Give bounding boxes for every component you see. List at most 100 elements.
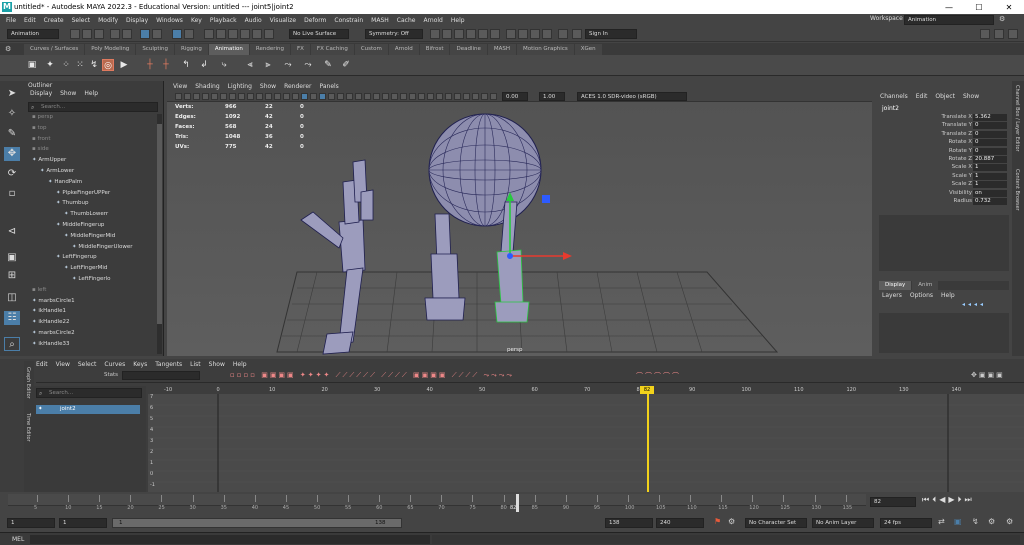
channel-value[interactable]: 0 (973, 130, 1007, 138)
viewport-menu-view[interactable]: View (173, 83, 187, 90)
time-slider-track[interactable] (8, 494, 866, 506)
graph-playhead[interactable] (647, 386, 649, 492)
loop-icon[interactable]: ⇄ (938, 517, 945, 526)
viewport-tool-icon[interactable] (184, 93, 191, 100)
snap-grid-icon[interactable] (204, 29, 214, 39)
shelf-motion-trail-icon[interactable]: ↯ (88, 59, 100, 71)
ipr-render-icon[interactable] (454, 29, 464, 39)
shelf-tab-rigging[interactable]: Rigging (175, 44, 208, 55)
outliner-item[interactable]: ✦ ThumbLowerr (64, 211, 108, 217)
move-tool-icon[interactable]: ✥ (4, 147, 20, 161)
menu-deform[interactable]: Deform (304, 17, 326, 24)
outliner-item[interactable]: ✦ ikHandle33 (32, 341, 69, 347)
hand-mesh[interactable] (300, 159, 374, 355)
sign-in-dropdown[interactable]: Sign In (585, 29, 637, 39)
viewport-tool-icon[interactable] (175, 93, 182, 100)
viewport-tool-icon[interactable] (238, 93, 245, 100)
shelf-tab-xgen[interactable]: XGen (574, 44, 602, 55)
viewport-menu-lighting[interactable]: Lighting (228, 83, 252, 90)
shelf-breakdown-icon[interactable]: ⁘ (60, 59, 72, 71)
options-menu[interactable]: Options (910, 292, 933, 299)
channel-value[interactable]: 0 (973, 122, 1007, 130)
paint-select-icon[interactable]: ✎ (4, 127, 20, 141)
graph-menu-view[interactable]: View (56, 361, 70, 368)
outliner-pane-icon[interactable]: ☷ (4, 311, 20, 325)
attribute-editor-icon[interactable] (994, 29, 1004, 39)
outliner-item[interactable]: ✦ LeftFingerlo (72, 276, 111, 282)
shelf-ik-handle-icon[interactable]: ┼ (160, 59, 172, 71)
auto-key-icon[interactable]: ⚑ (714, 517, 721, 526)
channel-box-toggle-icon[interactable] (1008, 29, 1018, 39)
side-tab-content-browser[interactable]: Content Browser (1014, 169, 1020, 211)
shelf-tab-curves-surfaces[interactable]: Curves / Surfaces (24, 44, 85, 55)
shelf-wrap-icon[interactable]: ✎ (322, 59, 334, 71)
shelf-paint-weights-icon[interactable]: ⤷ (218, 59, 230, 71)
layer-help-menu[interactable]: Help (941, 292, 955, 299)
snap-live-icon[interactable] (264, 29, 274, 39)
outliner-item[interactable]: ✦ LeftFingerup (56, 254, 97, 260)
menu-cache[interactable]: Cache (397, 17, 416, 24)
outliner-item[interactable]: ✦ MiddleFingerup (56, 222, 104, 228)
viewport-tool-icon[interactable] (256, 93, 263, 100)
viewport-tool-icon[interactable] (211, 93, 218, 100)
channel-name[interactable]: Rotate Y (949, 148, 972, 154)
viewport-icon[interactable] (558, 29, 568, 39)
shelf-ik-spline-icon[interactable]: ↰ (180, 59, 192, 71)
shelf-tab-fx[interactable]: FX (290, 44, 310, 55)
shelf-lattice-icon[interactable]: ⫸ (262, 59, 274, 71)
outliner-item[interactable]: ✦ HandPalm (48, 179, 82, 185)
menu-key[interactable]: Key (191, 17, 202, 24)
menu-display[interactable]: Display (126, 17, 148, 24)
channel-value[interactable]: 5.362 (973, 114, 1007, 121)
new-scene-icon[interactable] (70, 29, 80, 39)
playback-speed-icon[interactable]: ↯ (972, 517, 979, 526)
graph-item-joint2[interactable]: ✦ joint2 (36, 405, 140, 414)
channel-name[interactable]: Translate Y (942, 122, 972, 128)
viewport-tool-icon[interactable] (391, 93, 398, 100)
graph-menu-list[interactable]: List (190, 361, 201, 368)
shelf-set-key-icon[interactable]: ✦ (44, 59, 56, 71)
viewport-tool-icon[interactable] (418, 93, 425, 100)
rotate-tool-icon[interactable]: ⟳ (4, 167, 20, 181)
outliner-scrollbar[interactable] (157, 114, 162, 354)
shelf-tab-mash[interactable]: MASH (487, 44, 517, 55)
time-slider-playhead[interactable] (515, 494, 519, 512)
range-slider[interactable]: 1 138 (112, 518, 402, 528)
viewport-tool-icon[interactable] (445, 93, 452, 100)
playback-controls[interactable]: ⏮⏴◀▶⏵⏭ (922, 495, 975, 505)
outliner-search-box[interactable]: ⌕ Search... (28, 102, 158, 112)
outliner-item[interactable]: ▪ top (32, 125, 47, 131)
viewport-menu-shading[interactable]: Shading (195, 83, 219, 90)
render-icon[interactable] (442, 29, 452, 39)
viewport-tool-icon[interactable] (283, 93, 290, 100)
viewport-tool-icon[interactable] (265, 93, 272, 100)
character-set-dropdown[interactable]: No Character Set (745, 518, 807, 528)
outliner-item[interactable]: ✦ ikHandle1 (32, 308, 66, 314)
viewport-3d[interactable]: Verts: 966 22 0 Edges: 1092 42 0 Faces: 568 24 0 Tri… (167, 102, 872, 356)
viewport-tool-icon[interactable] (220, 93, 227, 100)
select-object-icon[interactable] (152, 29, 162, 39)
shelf-smooth-bind-icon[interactable]: ↲ (198, 59, 210, 71)
shelf-ghost-icon[interactable]: ◎ (102, 59, 114, 71)
channel-value[interactable]: 1 (973, 164, 1007, 172)
modeling-toolkit-icon[interactable] (980, 29, 990, 39)
maximize-button[interactable]: ☐ (964, 3, 994, 12)
rendersetup-icon[interactable] (506, 29, 516, 39)
outliner-item[interactable]: ✦ ArmUpper (32, 157, 66, 163)
channel-value[interactable]: 20.887 (973, 156, 1007, 163)
close-button[interactable]: ✕ (994, 3, 1024, 12)
channel-name[interactable]: Visibility (949, 190, 972, 196)
sculpt-icon[interactable] (542, 29, 552, 39)
viewport-tool-icon[interactable] (319, 93, 326, 100)
fps-dropdown[interactable]: 24 fps (880, 518, 932, 528)
lightlink-icon[interactable] (518, 29, 528, 39)
sound-icon[interactable]: ▣ (954, 517, 962, 526)
undo-icon[interactable] (110, 29, 120, 39)
mash-icon[interactable] (530, 29, 540, 39)
animation-prefs-icon[interactable]: ⚙ (988, 517, 995, 526)
channel-value[interactable]: 0 (973, 147, 1007, 155)
channel-name[interactable]: Radius (954, 198, 972, 204)
channels-menu[interactable]: Channels (880, 93, 908, 100)
viewport-tool-icon[interactable] (337, 93, 344, 100)
single-pane-icon[interactable]: ▣ (4, 251, 20, 265)
